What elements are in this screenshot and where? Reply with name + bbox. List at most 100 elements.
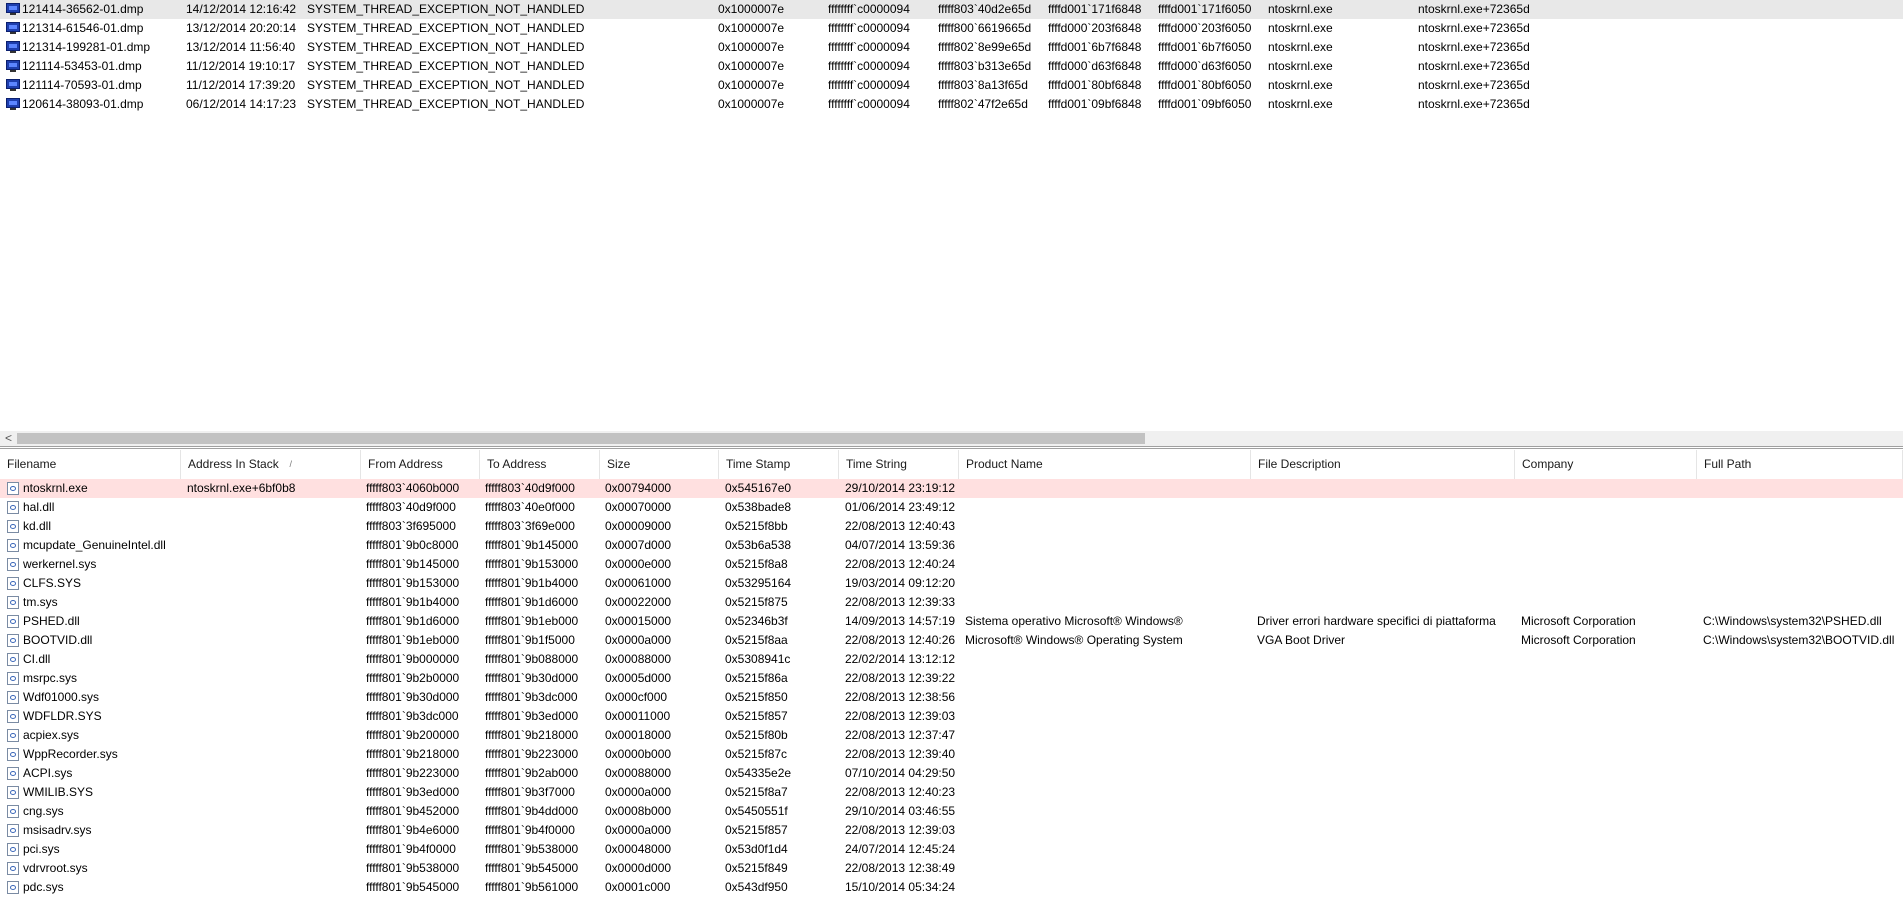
col-size[interactable]: Size: [600, 450, 719, 479]
caused-by-driver: ntoskrnl.exe: [1268, 21, 1333, 35]
monitor-icon: [6, 22, 20, 34]
scrollbar-thumb[interactable]: [17, 433, 1145, 444]
dump-row[interactable]: 121414-36562-01.dmp 14/12/2014 12:16:42 SY…: [0, 0, 1903, 19]
time-stamp: 0x538bade8: [725, 500, 792, 514]
module-row[interactable]: acpiex.sys fffff801`9b200000 fffff801`9b21…: [0, 726, 1903, 745]
parameter-3: ffffd001`6b7f6848: [1048, 40, 1142, 54]
module-size: 0x00088000: [605, 766, 672, 780]
pane-splitter[interactable]: [0, 446, 1903, 449]
from-address: fffff801`9b1d6000: [366, 614, 460, 628]
time-stamp: 0x53d0f1d4: [725, 842, 788, 856]
caused-by-driver: ntoskrnl.exe: [1268, 59, 1333, 73]
col-filename[interactable]: Filename: [0, 450, 181, 479]
time-string: 22/08/2013 12:40:26: [845, 633, 956, 647]
dump-row[interactable]: 121114-70593-01.dmp 11/12/2014 17:39:20 SY…: [0, 76, 1903, 95]
to-address: fffff801`9b1d6000: [485, 595, 579, 609]
time-string: 29/10/2014 03:46:55: [845, 804, 956, 818]
col-company[interactable]: Company: [1515, 450, 1697, 479]
dll-file-icon: [7, 710, 19, 723]
dll-file-icon: [7, 729, 19, 742]
col-file-description[interactable]: File Description: [1251, 450, 1515, 479]
dump-filename: 121114-53453-01.dmp: [22, 59, 142, 73]
module-row[interactable]: ntoskrnl.exe ntoskrnl.exe+6bf0b8 fffff803`…: [0, 479, 1903, 498]
module-row[interactable]: WDFLDR.SYS fffff801`9b3dc000 fffff801`9b3e…: [0, 707, 1903, 726]
module-row[interactable]: mcupdate_GenuineIntel.dll fffff801`9b0c80…: [0, 536, 1903, 555]
col-product-name[interactable]: Product Name: [959, 450, 1251, 479]
col-to-address[interactable]: To Address: [480, 450, 600, 479]
module-filename: ntoskrnl.exe: [23, 481, 88, 495]
from-address: fffff801`9b218000: [366, 747, 460, 761]
column-label: Time Stamp: [726, 457, 791, 471]
to-address: fffff801`9b3dc000: [485, 690, 578, 704]
module-row[interactable]: werkernel.sys fffff801`9b145000 fffff801`9…: [0, 555, 1903, 574]
parameter-4: ffffd001`171f6050: [1158, 2, 1252, 16]
product-name: Microsoft® Windows® Operating System: [965, 633, 1183, 647]
module-row[interactable]: pdc.sys fffff801`9b545000 fffff801`9b56100…: [0, 878, 1903, 897]
module-row[interactable]: BOOTVID.dll fffff801`9b1eb000 fffff801`9b1…: [0, 631, 1903, 650]
dump-row[interactable]: 121314-61546-01.dmp 13/12/2014 20:20:14 SY…: [0, 19, 1903, 38]
col-from-address[interactable]: From Address: [361, 450, 480, 479]
col-full-path[interactable]: Full Path: [1697, 450, 1903, 479]
horizontal-scrollbar[interactable]: <: [0, 431, 1903, 446]
col-time-string[interactable]: Time String: [839, 450, 959, 479]
time-stamp: 0x5450551f: [725, 804, 788, 818]
bug-check-code: 0x1000007e: [718, 2, 785, 16]
module-row[interactable]: ACPI.sys fffff801`9b223000 fffff801`9b2ab0…: [0, 764, 1903, 783]
module-row[interactable]: WppRecorder.sys fffff801`9b218000 fffff801…: [0, 745, 1903, 764]
dump-row[interactable]: 120614-38093-01.dmp 06/12/2014 14:17:23 SY…: [0, 95, 1903, 114]
module-row[interactable]: CI.dll fffff801`9b000000 fffff801`9b088000…: [0, 650, 1903, 669]
caused-by-address: ntoskrnl.exe+72365d: [1418, 97, 1530, 111]
crash-dump-list[interactable]: 121414-36562-01.dmp 14/12/2014 12:16:42 SY…: [0, 0, 1903, 448]
module-filename: CI.dll: [23, 652, 51, 666]
from-address: fffff801`9b30d000: [366, 690, 460, 704]
dll-file-icon: [7, 615, 19, 628]
module-filename: WMILIB.SYS: [23, 785, 94, 799]
dll-file-icon: [7, 881, 19, 894]
bug-check-string: SYSTEM_THREAD_EXCEPTION_NOT_HANDLED: [307, 40, 585, 54]
dump-row[interactable]: 121114-53453-01.dmp 11/12/2014 19:10:17 SY…: [0, 57, 1903, 76]
module-row[interactable]: msrpc.sys fffff801`9b2b0000 fffff801`9b30d…: [0, 669, 1903, 688]
module-row[interactable]: CLFS.SYS fffff801`9b153000 fffff801`9b1b40…: [0, 574, 1903, 593]
from-address: fffff801`9b2b0000: [366, 671, 460, 685]
scroll-left-arrow[interactable]: <: [0, 431, 17, 446]
col-address-in-stack[interactable]: Address In Stack /: [181, 450, 361, 479]
to-address: fffff801`9b1eb000: [485, 614, 579, 628]
module-row[interactable]: hal.dll fffff803`40d9f000 fffff803`40e0f00…: [0, 498, 1903, 517]
module-row[interactable]: Wdf01000.sys fffff801`9b30d000 fffff801`9b…: [0, 688, 1903, 707]
module-row[interactable]: kd.dll fffff803`3f695000 fffff803`3f69e000…: [0, 517, 1903, 536]
dump-row[interactable]: 121314-199281-01.dmp 13/12/2014 11:56:40 S…: [0, 38, 1903, 57]
module-size: 0x0000a000: [605, 823, 672, 837]
parameter-4: ffffd001`6b7f6050: [1158, 40, 1252, 54]
to-address: fffff801`9b153000: [485, 557, 579, 571]
parameter-3: ffffd001`80bf6848: [1048, 78, 1142, 92]
module-row[interactable]: vdrvroot.sys fffff801`9b538000 fffff801`9b…: [0, 859, 1903, 878]
dump-filename: 121114-70593-01.dmp: [22, 78, 142, 92]
caused-by-address: ntoskrnl.exe+72365d: [1418, 21, 1530, 35]
parameter-1: ffffffff`c0000094: [828, 59, 910, 73]
module-size: 0x0008b000: [605, 804, 672, 818]
from-address: fffff801`9b200000: [366, 728, 460, 742]
module-row[interactable]: msisadrv.sys fffff801`9b4e6000 fffff801`9b…: [0, 821, 1903, 840]
company: Microsoft Corporation: [1521, 614, 1636, 628]
parameter-2: fffff800`6619665d: [938, 21, 1032, 35]
from-address: fffff801`9b3ed000: [366, 785, 460, 799]
module-row[interactable]: cng.sys fffff801`9b452000 fffff801`9b4dd00…: [0, 802, 1903, 821]
module-row[interactable]: PSHED.dll fffff801`9b1d6000 fffff801`9b1eb…: [0, 612, 1903, 631]
module-size: 0x000cf000: [605, 690, 668, 704]
module-list[interactable]: Filename Address In Stack / From Address To …: [0, 450, 1903, 904]
module-row[interactable]: WMILIB.SYS fffff801`9b3ed000 fffff801`9b3f…: [0, 783, 1903, 802]
full-path: C:\Windows\system32\PSHED.dll: [1703, 614, 1882, 628]
parameter-2: fffff802`47f2e65d: [938, 97, 1028, 111]
module-row[interactable]: tm.sys fffff801`9b1b4000 fffff801`9b1d6000…: [0, 593, 1903, 612]
module-size: 0x0000e000: [605, 557, 672, 571]
column-label: Size: [607, 457, 631, 471]
col-time-stamp[interactable]: Time Stamp: [719, 450, 839, 479]
module-row[interactable]: pci.sys fffff801`9b4f0000 fffff801`9b53800…: [0, 840, 1903, 859]
parameter-4: ffffd000`d63f6050: [1158, 59, 1252, 73]
module-size: 0x00009000: [605, 519, 672, 533]
time-stamp: 0x5215f8a7: [725, 785, 788, 799]
module-filename: pci.sys: [23, 842, 60, 856]
column-label: From Address: [368, 457, 443, 471]
dll-file-icon: [7, 653, 19, 666]
module-filename: vdrvroot.sys: [23, 861, 88, 875]
